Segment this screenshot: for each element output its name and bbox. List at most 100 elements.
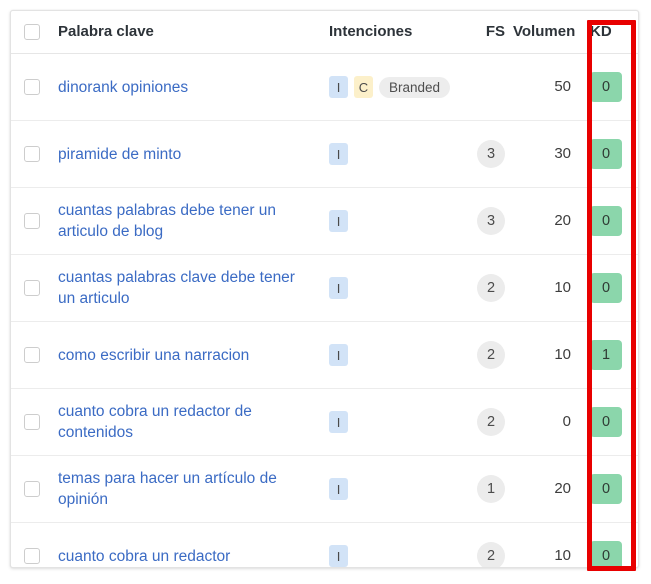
kd-badge: 0 [590,407,622,437]
table-row: piramide de minto I 3 30 0 [11,120,638,188]
kd-badge: 0 [590,206,622,236]
intent-badge-informational[interactable]: I [329,143,348,165]
intent-badge-informational[interactable]: I [329,76,348,98]
row-checkbox[interactable] [24,481,40,497]
fs-cell: 1 [451,455,513,523]
kd-cell: 0 [581,120,638,188]
row-checkbox[interactable] [24,79,40,95]
volume-value: 50 [554,78,571,95]
row-select-cell [11,455,49,523]
keyword-table: Palabra clave Intenciones FS Volumen KD … [11,11,638,568]
intent-badge-group: I C Branded [329,76,451,98]
intent-cell: I C Branded [321,53,451,121]
row-select-cell [11,321,49,389]
column-header-volume[interactable]: Volumen [513,11,581,54]
row-select-cell [11,254,49,322]
row-checkbox[interactable] [24,347,40,363]
column-header-kd[interactable]: KD [581,11,638,54]
intent-badge-informational[interactable]: I [329,545,348,567]
keyword-link[interactable]: cuantas palabras clave debe tener un art… [58,267,309,309]
volume-value: 30 [554,145,571,162]
intent-badge-informational[interactable]: I [329,478,348,500]
intent-badge-group: I [329,344,451,366]
intent-cell: I [321,523,451,567]
kd-cell: 0 [581,455,638,523]
fs-value-circle: 3 [477,140,505,168]
intent-badge-group: I [329,478,451,500]
volume-value: 10 [554,279,571,296]
table-row: cuantas palabras debe tener un articulo … [11,187,638,255]
screenshot-root: Palabra clave Intenciones FS Volumen KD … [0,0,651,584]
fs-value-circle: 2 [477,274,505,302]
volume-cell: 0 [513,388,581,456]
fs-value-circle: 2 [477,341,505,369]
volume-cell: 50 [513,53,581,121]
keyword-link[interactable]: cuantas palabras debe tener un articulo … [58,200,309,242]
column-header-keyword[interactable]: Palabra clave [49,11,321,54]
intent-badge-commercial[interactable]: C [354,76,373,98]
keyword-link[interactable]: cuanto cobra un redactor [58,546,309,567]
volume-cell: 10 [513,254,581,322]
row-select-cell [11,388,49,456]
row-checkbox[interactable] [24,548,40,564]
keyword-link[interactable]: piramide de minto [58,144,309,165]
column-header-fs[interactable]: FS [451,11,513,54]
keyword-cell: como escribir una narracion [49,321,321,389]
table-body: dinorank opiniones I C Branded 50 0 piramide d… [11,53,638,568]
row-select-cell [11,523,49,568]
fs-value-circle: 2 [477,408,505,436]
volume-value: 20 [554,212,571,229]
volume-cell: 10 [513,523,581,568]
keyword-link[interactable]: temas para hacer un artículo de opinión [58,468,309,510]
row-checkbox[interactable] [24,213,40,229]
intent-badge-group: I [329,545,451,567]
kd-cell: 0 [581,523,638,567]
table-header: Palabra clave Intenciones FS Volumen KD [11,11,638,54]
keyword-table-card: Palabra clave Intenciones FS Volumen KD … [10,10,639,568]
intent-badge-informational[interactable]: I [329,277,348,299]
table-row: cuantas palabras clave debe tener un art… [11,254,638,322]
fs-cell: 2 [451,388,513,456]
row-checkbox[interactable] [24,414,40,430]
intent-badge-informational[interactable]: I [329,210,348,232]
row-select-cell [11,187,49,255]
volume-value: 20 [554,480,571,497]
keyword-cell: cuanto cobra un redactor de contenidos [49,388,321,456]
volume-value: 0 [562,413,571,430]
intent-badge-group: I [329,411,451,433]
row-checkbox[interactable] [24,280,40,296]
table-row: temas para hacer un artículo de opinión I… [11,455,638,523]
fs-value-circle: 2 [477,542,505,567]
column-header-intent[interactable]: Intenciones [321,11,451,54]
kd-cell: 1 [581,321,638,389]
keyword-link[interactable]: cuanto cobra un redactor de contenidos [58,401,309,443]
intent-badge-group: I [329,143,451,165]
kd-cell: 0 [581,53,638,121]
kd-cell: 0 [581,388,638,456]
select-all-checkbox[interactable] [24,23,40,40]
volume-cell: 20 [513,187,581,255]
volume-cell: 10 [513,321,581,389]
intent-cell: I [321,321,451,389]
row-select-cell [11,120,49,188]
kd-badge: 0 [590,474,622,504]
intent-badge-group: I [329,277,451,299]
kd-cell: 0 [581,254,638,322]
kd-badge: 0 [590,273,622,303]
fs-cell [451,53,513,121]
kd-badge: 0 [590,541,622,567]
intent-cell: I [321,388,451,456]
intent-badge-group: I [329,210,451,232]
intent-badge-pill[interactable]: Branded [379,76,451,98]
table-row: cuanto cobra un redactor I 2 10 0 [11,523,638,568]
keyword-cell: piramide de minto [49,120,321,188]
fs-cell: 2 [451,321,513,389]
keyword-cell: cuantas palabras debe tener un articulo … [49,187,321,255]
fs-cell: 2 [451,523,513,567]
intent-badge-informational[interactable]: I [329,411,348,433]
keyword-link[interactable]: dinorank opiniones [58,77,309,98]
volume-cell: 20 [513,455,581,523]
row-checkbox[interactable] [24,146,40,162]
intent-badge-informational[interactable]: I [329,344,348,366]
keyword-link[interactable]: como escribir una narracion [58,345,309,366]
